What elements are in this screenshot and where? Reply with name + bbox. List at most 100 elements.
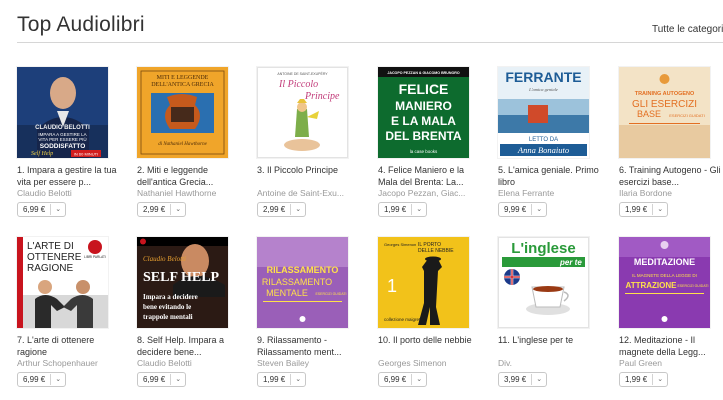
price-label: 6,99 € bbox=[384, 375, 407, 384]
book-title[interactable]: 5. L'amica geniale. Primo libro bbox=[498, 165, 603, 188]
price-button[interactable]: 2,99 € ⌄ bbox=[257, 202, 307, 217]
price-label: 6,99 € bbox=[143, 375, 166, 384]
book-author[interactable]: Steven Bailey bbox=[257, 358, 357, 368]
book-cover-image[interactable]: ANTOINE DE SAINT-EXUPÉRY Il Piccolo Prin… bbox=[257, 67, 348, 158]
cover-text: BASE bbox=[637, 109, 661, 119]
book-title[interactable]: 1. Impara a gestire la tua vita per esse… bbox=[17, 165, 122, 188]
book-cover-image[interactable]: MITI E LEGGENDE DELL'ANTICA GRECIA di Na… bbox=[137, 67, 228, 158]
chevron-down-icon[interactable]: ⌄ bbox=[295, 373, 301, 386]
book-title[interactable]: 9. Rilassamento - Rilassamento ment... bbox=[257, 335, 362, 358]
book-cover-image[interactable]: RILASSAMENTO RILASSAMENTO MENTALE ESERCI… bbox=[257, 237, 348, 328]
book-title[interactable]: 7. L'arte di ottenere ragione bbox=[17, 335, 122, 358]
book-cover-image[interactable]: TRAINING AUTOGENO GLI ESERCIZI BASE ESER… bbox=[619, 67, 710, 158]
book-cover-image[interactable]: Claudio Belotti SELF HELP Impara a decid… bbox=[137, 237, 228, 328]
book-author[interactable]: Arthur Schopenhauer bbox=[17, 358, 117, 368]
list-item[interactable]: L'inglese per te 11. L'inglese per te Di… bbox=[498, 237, 610, 397]
price-label: 1,99 € bbox=[625, 205, 648, 214]
book-title[interactable]: 10. Il porto delle nebbie bbox=[378, 335, 483, 358]
book-title[interactable]: 8. Self Help. Impara a decidere bene... bbox=[137, 335, 242, 358]
price-label: 1,99 € bbox=[263, 375, 286, 384]
chevron-down-icon[interactable]: ⌄ bbox=[175, 203, 181, 216]
list-item[interactable]: Georges Simenon IL PORTO DELLE NEBBIE 1 … bbox=[378, 237, 490, 397]
book-author[interactable]: Paul Green bbox=[619, 358, 719, 368]
book-author[interactable]: Claudio Belotti bbox=[17, 188, 117, 198]
price-button[interactable]: 1,99 € ⌄ bbox=[619, 372, 669, 387]
book-author[interactable]: Nathaniel Hawthorne bbox=[137, 188, 237, 198]
book-cover-image[interactable]: MEDITAZIONE IL MAGNETE DELLA LEGGE DI AT… bbox=[619, 237, 710, 328]
list-item[interactable]: TRAINING AUTOGENO GLI ESERCIZI BASE ESER… bbox=[619, 67, 723, 227]
chevron-down-icon[interactable]: ⌄ bbox=[416, 203, 422, 216]
book-author[interactable]: Antoine de Saint-Exu... bbox=[257, 188, 357, 198]
price-button[interactable]: 1,99 € ⌄ bbox=[619, 202, 669, 217]
cover-text: Anna Bonaiuto bbox=[517, 145, 569, 155]
cover-text: RILASSAMENTO bbox=[262, 277, 332, 287]
all-categories-link[interactable]: Tutte le categorie bbox=[652, 24, 723, 35]
list-item[interactable]: MITI E LEGGENDE DELL'ANTICA GRECIA di Na… bbox=[137, 67, 249, 227]
book-author[interactable]: Claudio Belotti bbox=[137, 358, 237, 368]
list-item[interactable]: JACOPO PEZZAN & GIACOMO BRUNORO FELICE M… bbox=[378, 67, 490, 227]
price-button[interactable]: 2,99 € ⌄ bbox=[137, 202, 187, 217]
chevron-down-icon[interactable]: ⌄ bbox=[536, 373, 542, 386]
book-title[interactable]: 12. Meditazione - Il magnete della Legg.… bbox=[619, 335, 723, 358]
cover-text: ESERCIZI GUIDATI bbox=[315, 292, 346, 296]
book-title[interactable]: 4. Felice Maniero e la Mala del Brenta: … bbox=[378, 165, 483, 188]
cover-text: Impara a decidere bbox=[143, 293, 198, 301]
price-button[interactable]: 9,99 € ⌄ bbox=[498, 202, 548, 217]
book-author[interactable]: Georges Simenon bbox=[378, 358, 478, 368]
cover-text: VITA PER ESSERE PIÙ bbox=[38, 136, 86, 142]
cover-text: E LA MALA bbox=[391, 114, 456, 128]
list-item[interactable]: MEDITAZIONE IL MAGNETE DELLA LEGGE DI AT… bbox=[619, 237, 723, 397]
price-label: 6,99 € bbox=[23, 375, 46, 384]
cover-text: RILASSAMENTO bbox=[267, 265, 339, 275]
price-button[interactable]: 6,99 € ⌄ bbox=[378, 372, 428, 387]
book-author[interactable]: Ilaria Bordone bbox=[619, 188, 719, 198]
book-cover-image[interactable]: JACOPO PEZZAN & GIACOMO BRUNORO FELICE M… bbox=[378, 67, 469, 158]
chevron-down-icon[interactable]: ⌄ bbox=[416, 373, 422, 386]
list-item[interactable]: FERRANTE L'amica geniale LETTO DA Anna B… bbox=[498, 67, 610, 227]
cover-text: FELICE bbox=[399, 81, 449, 97]
cover-text: L'inglese bbox=[511, 240, 575, 257]
price-button[interactable]: 1,99 € ⌄ bbox=[257, 372, 307, 387]
cover-text: L'ARTE DI bbox=[27, 241, 74, 252]
chevron-down-icon[interactable]: ⌄ bbox=[175, 373, 181, 386]
cover-text: DELL'ANTICA GRECIA bbox=[151, 82, 214, 88]
book-cover-image[interactable]: L'ARTE DI OTTENERE RAGIONE LIBRI PARLATI bbox=[17, 237, 108, 328]
book-author[interactable]: Elena Ferrante bbox=[498, 188, 598, 198]
book-title[interactable]: 11. L'inglese per te bbox=[498, 335, 603, 358]
chevron-down-icon[interactable]: ⌄ bbox=[657, 203, 663, 216]
book-title[interactable]: 2. Miti e leggende dell'antica Grecia... bbox=[137, 165, 242, 188]
price-button[interactable]: 3,99 € ⌄ bbox=[498, 372, 548, 387]
cover-text: MANIERO bbox=[395, 99, 452, 113]
list-item[interactable]: L'ARTE DI OTTENERE RAGIONE LIBRI PARLATI… bbox=[17, 237, 129, 397]
list-item[interactable]: ANTOINE DE SAINT-EXUPÉRY Il Piccolo Prin… bbox=[257, 67, 369, 227]
book-cover-image[interactable]: L'inglese per te bbox=[498, 237, 589, 328]
cover-text: ANTOINE DE SAINT-EXUPÉRY bbox=[277, 71, 328, 76]
chevron-down-icon[interactable]: ⌄ bbox=[657, 373, 663, 386]
cover-text: LIBRI PARLATI bbox=[84, 255, 106, 259]
book-author[interactable]: Div. bbox=[498, 358, 598, 368]
cover-text: JACOPO PEZZAN & GIACOMO BRUNORO bbox=[387, 71, 459, 75]
list-item[interactable]: Claudio Belotti SELF HELP Impara a decid… bbox=[137, 237, 249, 397]
cover-text: MEDITAZIONE bbox=[634, 257, 695, 267]
header-divider bbox=[17, 42, 723, 43]
list-item[interactable]: CLAUDIO BELOTTI IMPARA A GESTIRE LA VITA… bbox=[17, 67, 129, 227]
book-cover-image[interactable]: FERRANTE L'amica geniale LETTO DA Anna B… bbox=[498, 67, 589, 158]
book-cover-image[interactable]: CLAUDIO BELOTTI IMPARA A GESTIRE LA VITA… bbox=[17, 67, 108, 158]
book-title[interactable]: 3. Il Piccolo Principe bbox=[257, 165, 362, 188]
chevron-down-icon[interactable]: ⌄ bbox=[55, 203, 61, 216]
book-title[interactable]: 6. Training Autogeno - Gli esercizi base… bbox=[619, 165, 723, 188]
price-label: 1,99 € bbox=[625, 375, 648, 384]
page-header: Top Audiolibri Tutte le categorie bbox=[0, 0, 723, 44]
chevron-down-icon[interactable]: ⌄ bbox=[536, 203, 542, 216]
book-author[interactable]: Jacopo Pezzan, Giac... bbox=[378, 188, 478, 198]
book-cover-image[interactable]: Georges Simenon IL PORTO DELLE NEBBIE 1 … bbox=[378, 237, 469, 328]
price-button[interactable]: 6,99 € ⌄ bbox=[17, 372, 67, 387]
list-item[interactable]: RILASSAMENTO RILASSAMENTO MENTALE ESERCI… bbox=[257, 237, 369, 397]
price-button[interactable]: 6,99 € ⌄ bbox=[17, 202, 67, 217]
cover-text: MENTALE bbox=[266, 288, 308, 298]
chevron-down-icon[interactable]: ⌄ bbox=[295, 203, 301, 216]
cover-text: ESERCIZI GUIDATI bbox=[669, 113, 704, 118]
chevron-down-icon[interactable]: ⌄ bbox=[55, 373, 61, 386]
price-button[interactable]: 6,99 € ⌄ bbox=[137, 372, 187, 387]
price-button[interactable]: 1,99 € ⌄ bbox=[378, 202, 428, 217]
